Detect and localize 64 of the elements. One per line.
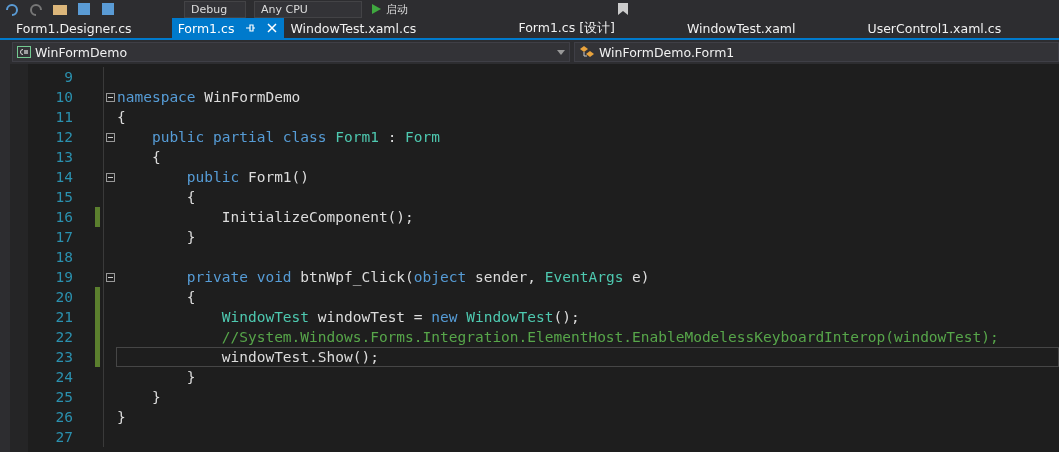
code-line: WindowTest windowTest = new WindowTest();: [220, 308, 580, 326]
document-tab[interactable]: UserControl1.xaml.cs: [861, 18, 1008, 38]
line-number: 22: [54, 329, 73, 345]
save-icon[interactable]: [76, 2, 92, 16]
project-dropdown[interactable]: WinFormDemo: [12, 42, 570, 62]
code-line: }: [117, 408, 126, 426]
code-line: windowTest.Show();: [220, 348, 379, 366]
code-line: public partial class Form1 : Form: [150, 128, 441, 146]
code-line: }: [150, 388, 161, 406]
line-number: 23: [54, 349, 73, 365]
line-number: 27: [54, 429, 73, 445]
line-number: 13: [54, 149, 73, 165]
code-line: {: [185, 188, 196, 206]
start-button[interactable]: 启动: [386, 1, 408, 17]
document-tab[interactable]: Form1.cs: [171, 18, 285, 38]
redo-icon[interactable]: [28, 2, 44, 16]
type-name: WinFormDemo.Form1: [599, 44, 735, 60]
code-line: {: [117, 108, 126, 126]
line-number: 26: [54, 409, 73, 425]
bookmark-icon[interactable]: [616, 2, 630, 16]
line-number: 9: [63, 69, 73, 85]
document-tab[interactable]: Form1.Designer.cs: [10, 18, 138, 38]
save-all-icon[interactable]: [100, 2, 116, 16]
line-number: 17: [54, 229, 73, 245]
play-icon[interactable]: [370, 2, 382, 16]
document-tab[interactable]: Form1.cs [设计]: [512, 18, 621, 38]
line-number: 10: [54, 89, 73, 105]
line-number: 18: [54, 249, 73, 265]
collapse-icon[interactable]: [105, 172, 115, 182]
csharp-project-icon: [17, 46, 31, 58]
code-line: public Form1(): [185, 168, 310, 186]
dropdown-arrow-icon[interactable]: [557, 49, 565, 55]
close-icon[interactable]: [266, 22, 279, 34]
code-line: private void btnWpf_Click(object sender, EventArgs e): [185, 268, 650, 286]
document-tab[interactable]: WindowTest.xaml.cs: [284, 18, 423, 38]
code-line: InitializeComponent();: [220, 208, 414, 226]
code-line: {: [185, 288, 196, 306]
document-tab[interactable]: WindowTest.xaml: [680, 18, 802, 38]
code-line: //System.Windows.Forms.Integration.ElementHost.EnableModelessKeyboardInterop(windowTest);: [220, 328, 999, 346]
line-number: 11: [54, 109, 73, 125]
collapse-icon[interactable]: [105, 272, 115, 282]
line-number: 19: [54, 269, 73, 285]
line-number: 24: [54, 369, 73, 385]
line-number: 15: [54, 189, 73, 205]
configuration-dropdown[interactable]: Debug: [184, 0, 246, 18]
platform-dropdown[interactable]: Any CPU: [254, 0, 362, 18]
line-number: 21: [54, 309, 73, 325]
type-dropdown[interactable]: WinFormDemo.Form1: [574, 42, 1059, 62]
project-name: WinFormDemo: [35, 44, 128, 60]
code-line: namespace WinFormDemo: [117, 88, 301, 106]
code-line: }: [185, 228, 196, 246]
undo-icon[interactable]: [4, 2, 20, 16]
code-line: }: [185, 368, 196, 386]
line-number: 16: [54, 209, 73, 225]
code-line: {: [150, 148, 161, 166]
line-number: 25: [54, 389, 73, 405]
collapse-icon[interactable]: [105, 92, 115, 102]
line-number: 14: [54, 169, 73, 185]
pin-icon[interactable]: [244, 22, 257, 34]
line-number: 20: [54, 289, 73, 305]
folder-icon[interactable]: [52, 2, 68, 16]
collapse-icon[interactable]: [105, 132, 115, 142]
class-icon: [579, 45, 595, 59]
line-number: 12: [54, 129, 73, 145]
